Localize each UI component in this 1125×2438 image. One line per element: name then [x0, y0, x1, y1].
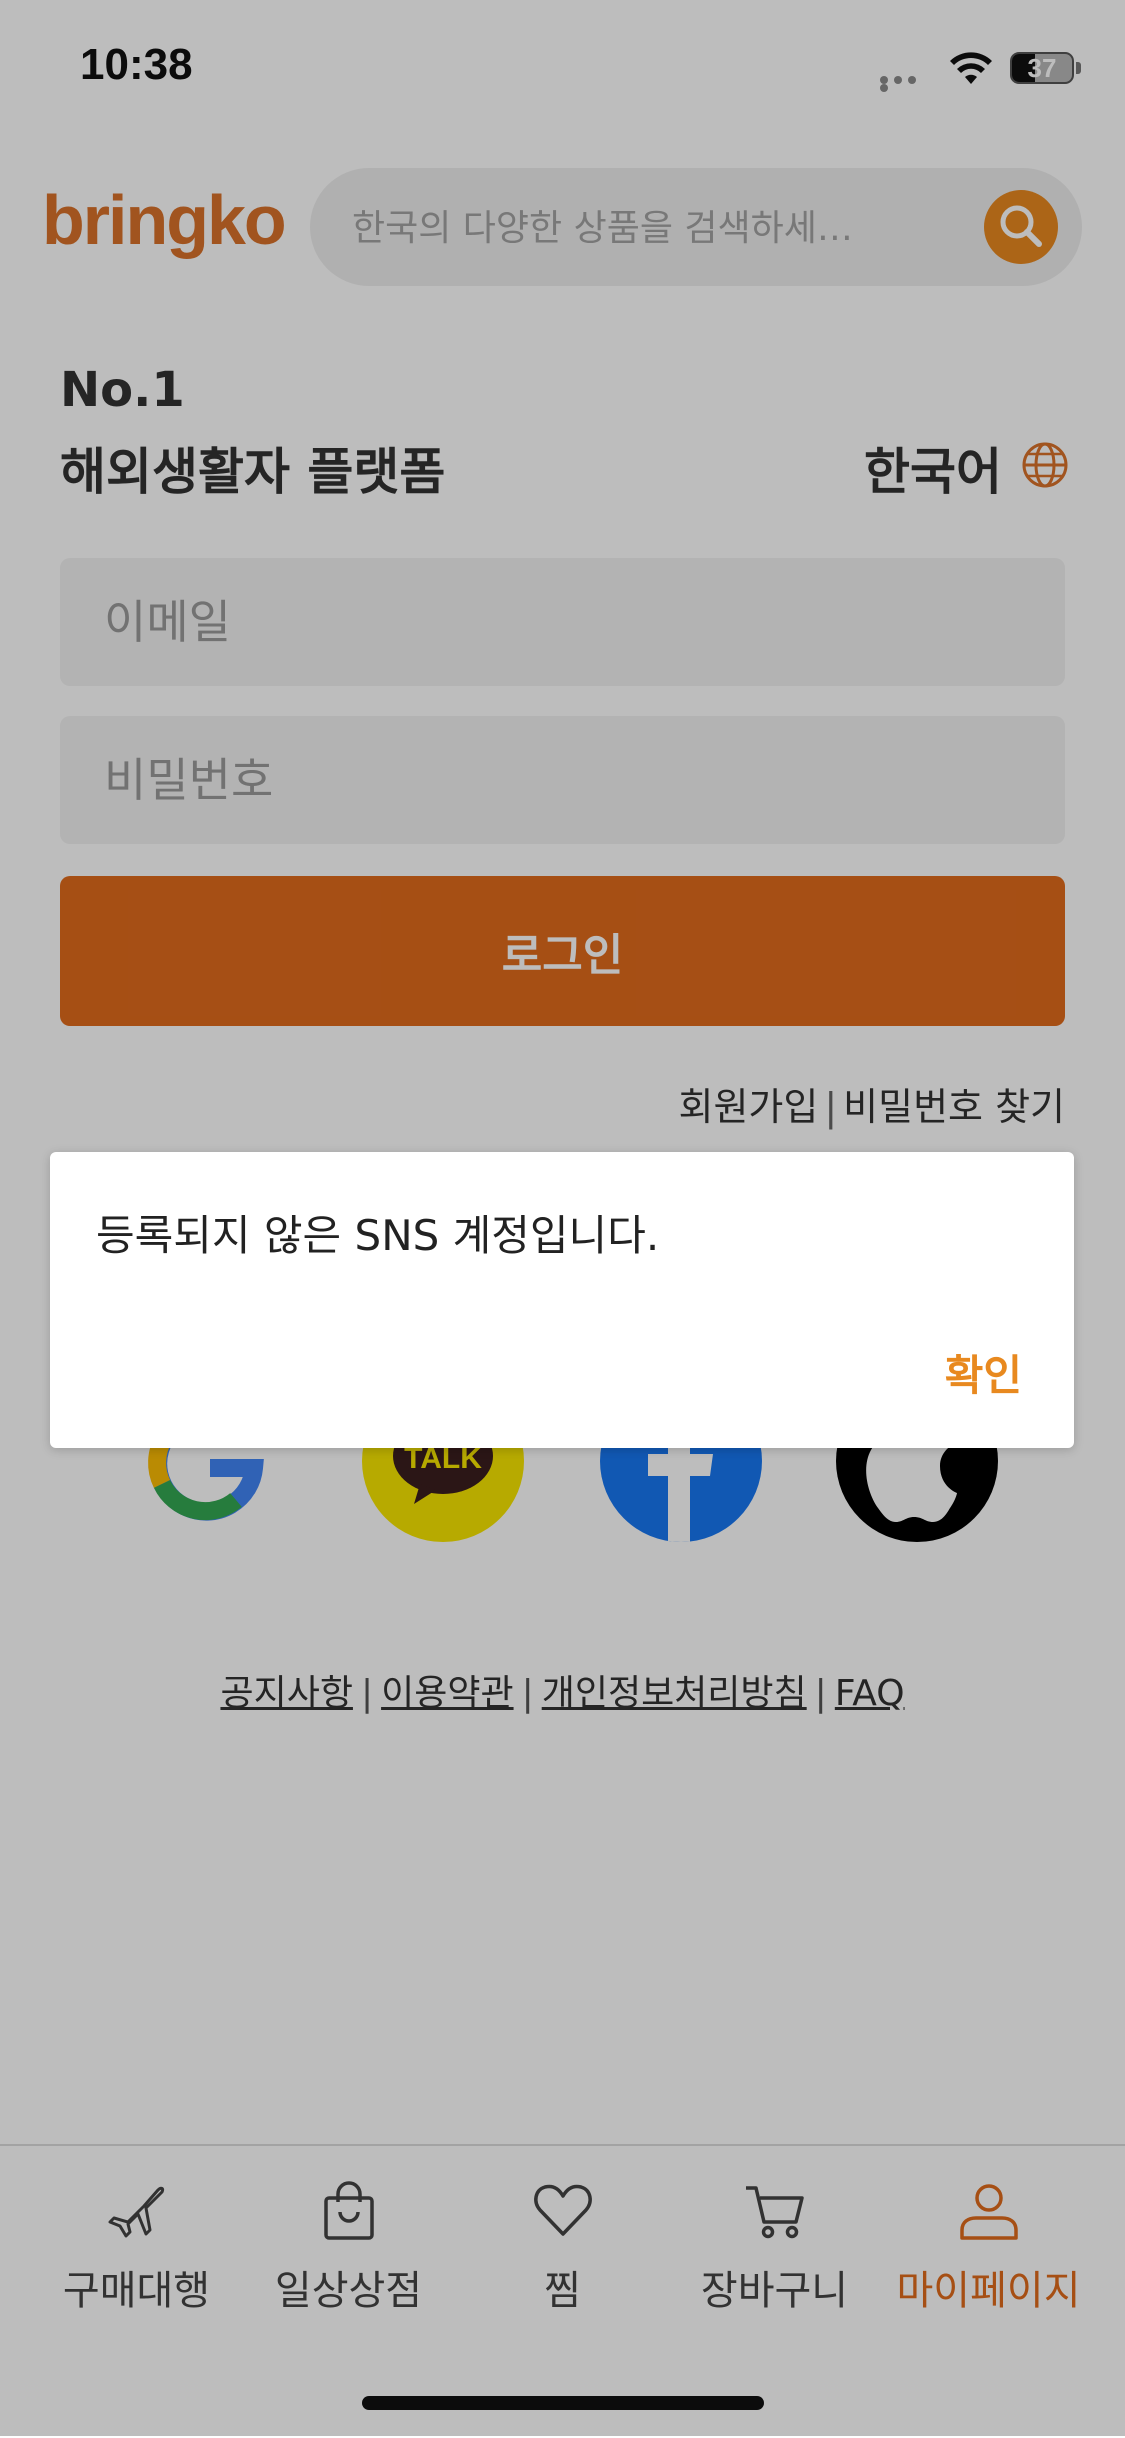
confirm-button[interactable]: 확인: [945, 1342, 1022, 1403]
alert-message: 등록되지 않은 SNS 계정입니다.: [96, 1211, 660, 1260]
alert-dialog: 등록되지 않은 SNS 계정입니다. 확인: [50, 1152, 1074, 1448]
